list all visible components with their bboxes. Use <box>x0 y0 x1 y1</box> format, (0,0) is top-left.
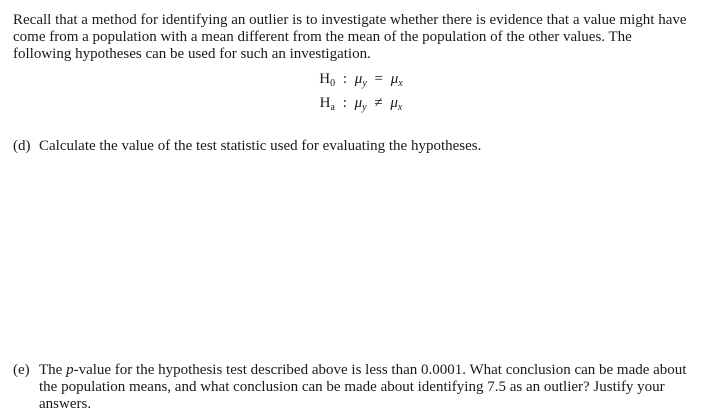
alternative-hypothesis: Ha : μy ≠ μx <box>319 95 403 113</box>
part-d-text: Calculate the value of the test statisti… <box>39 138 482 154</box>
part-e-label: (e) <box>13 362 30 378</box>
null-hypothesis: H0 : μy = μx <box>319 71 403 89</box>
null-hypothesis-symbol: H0 <box>319 71 336 89</box>
null-operator: = <box>374 71 383 87</box>
alt-hypothesis-symbol: Ha <box>319 95 335 113</box>
alt-operator: ≠ <box>374 95 383 111</box>
alt-mu-y: μy <box>354 95 367 113</box>
question-part-e: (e) The p-value for the hypothesis test … <box>13 362 693 413</box>
part-d-label: (d) <box>13 138 31 154</box>
question-part-d: (d) Calculate the value of the test stati… <box>13 138 693 155</box>
intro-paragraph: Recall that a method for identifying an … <box>13 12 687 62</box>
null-mu-x: μx <box>390 71 403 89</box>
part-e-text: The p-value for the hypothesis test desc… <box>39 362 687 412</box>
alt-mu-x: μx <box>390 95 403 113</box>
null-mu-y: μy <box>354 71 367 89</box>
